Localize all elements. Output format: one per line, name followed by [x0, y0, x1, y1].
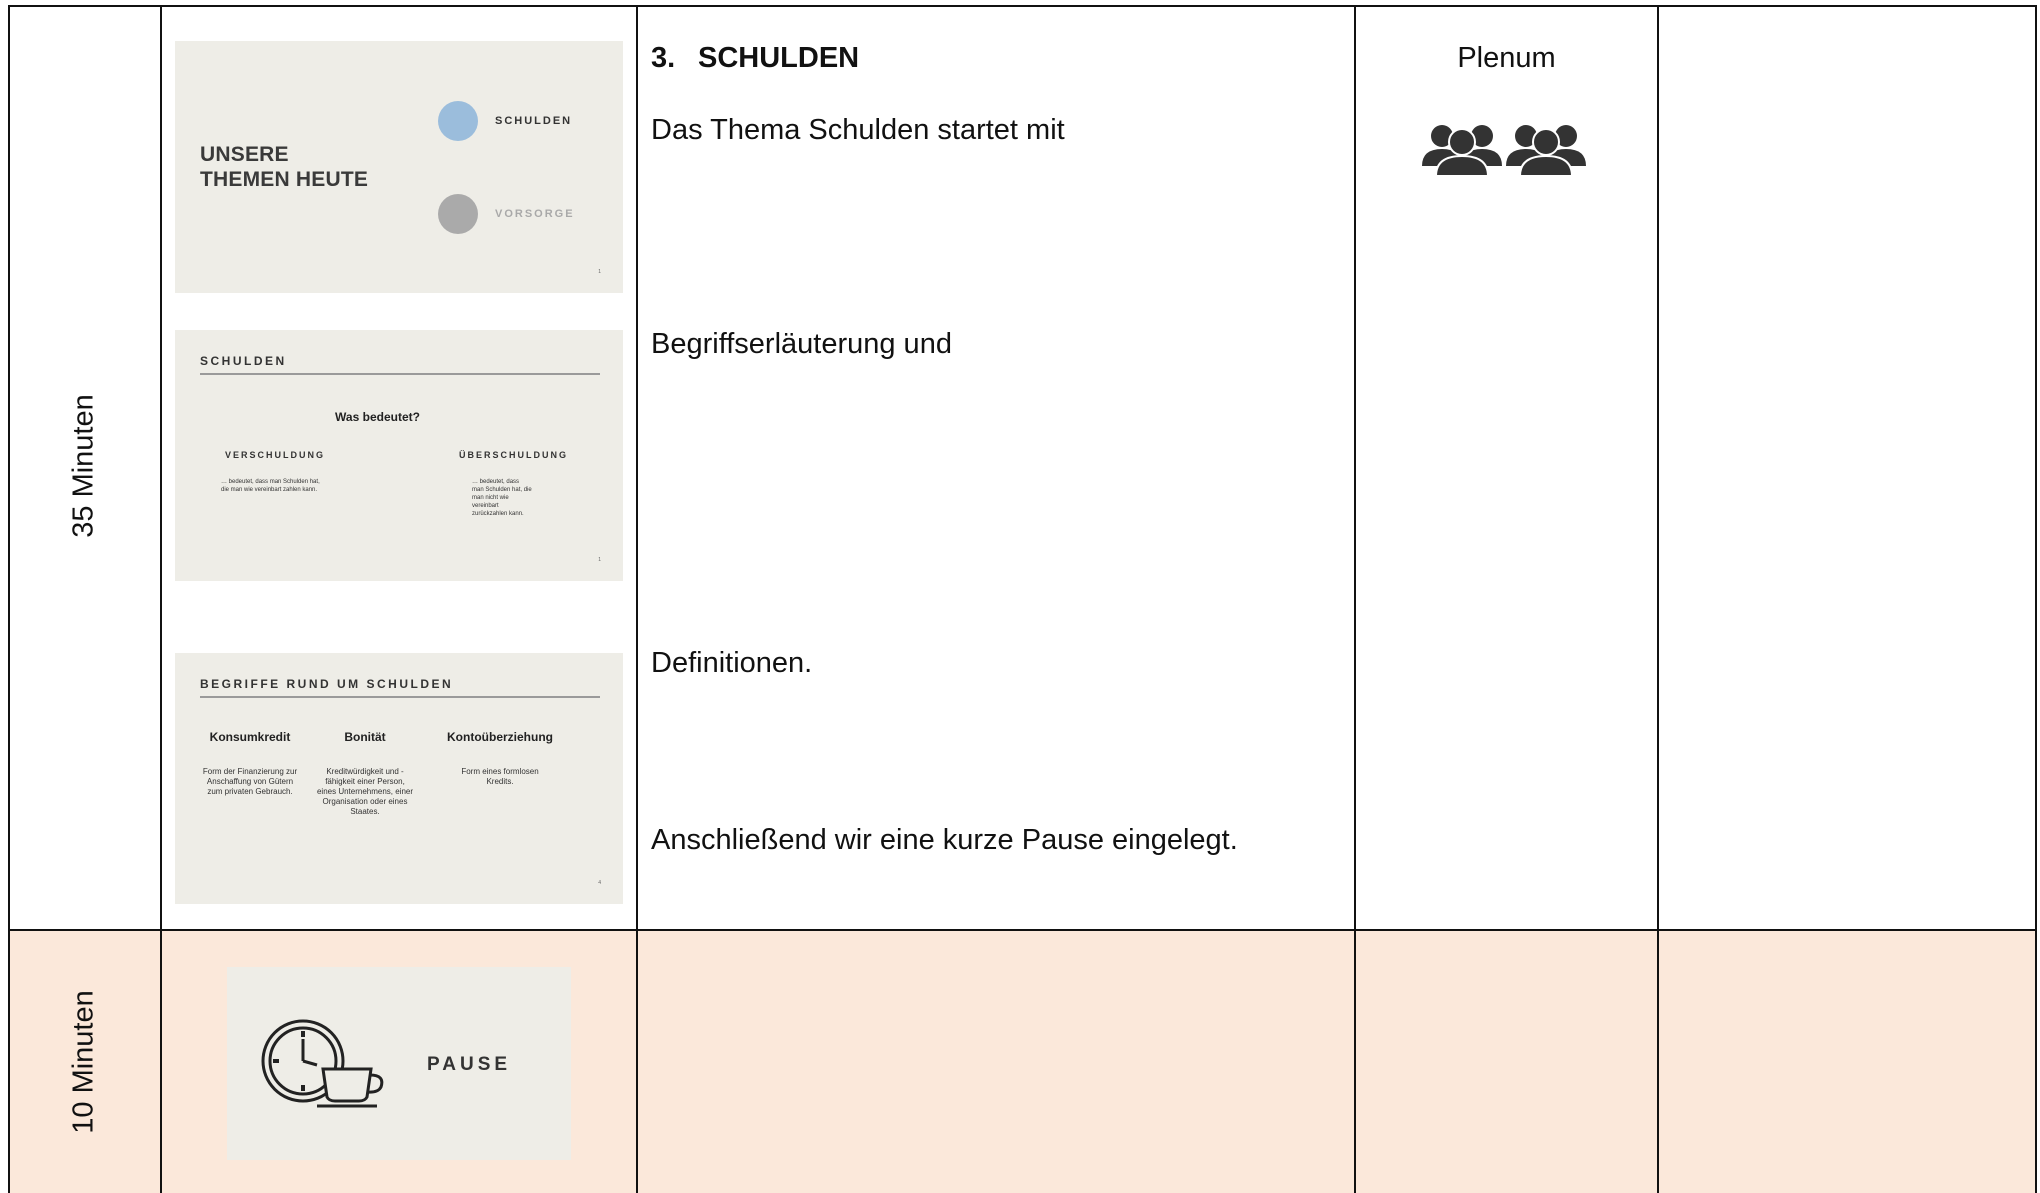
slide-title: UNSERE THEMEN HEUTE [200, 142, 420, 192]
social-form-label: Plenum [1457, 42, 1556, 74]
table-border-col4 [1657, 5, 1659, 1193]
table-border-col2 [636, 5, 638, 1193]
table-border-col1 [160, 5, 162, 1193]
duration-label-row2: 10 Minuten [67, 990, 100, 1134]
term-kontoueberziehung-text: Form eines formlosen Kredits. [461, 767, 539, 786]
topic-dot-schulden [438, 101, 478, 141]
slide-heading: BEGRIFFE RUND UM SCHULDEN [200, 677, 454, 691]
slide-divider [200, 373, 600, 375]
lesson-plan-table: 35 Minuten UNSERE THEMEN HEUTE SCHULDEN … [0, 0, 2040, 1193]
group-people-icon [1422, 125, 1586, 176]
topic-label-vorsorge: VORSORGE [495, 208, 575, 220]
description-paragraph-3: Definitionen. [651, 647, 813, 679]
slide-thumbnail-themen: UNSERE THEMEN HEUTE SCHULDEN VORSORGE 1 [175, 41, 623, 293]
term-verschuldung-text: … bedeutet, dass man Schulden hat, die m… [221, 479, 320, 493]
clock-coffee-icon [261, 1019, 384, 1108]
table-border-row-divider [8, 929, 2037, 931]
table-border-top [8, 5, 2037, 7]
table-border-col3 [1354, 5, 1356, 1193]
slide-thumbnail-schulden: SCHULDEN Was bedeutet? VERSCHULDUNG … be… [175, 330, 623, 581]
section-title: SCHULDEN [698, 42, 860, 74]
slide-title-line2: THEMEN HEUTE [200, 168, 369, 191]
slide-thumbnail-pause: PAUSE [227, 967, 571, 1160]
slide-page-number: 1 [598, 557, 601, 563]
term-ueberschuldung-text: … bedeutet, dass man Schulden hat, die m… [472, 479, 532, 517]
slide-title-line1: UNSERE [200, 143, 289, 166]
term-ueberschuldung: ÜBERSCHULDUNG [459, 450, 568, 460]
slide-divider [200, 696, 600, 698]
term-konsumkredit-text: Form der Finanzierung zur Anschaffung vo… [202, 767, 298, 796]
description-paragraph-4: Anschließend wir eine kurze Pause eingel… [651, 824, 1238, 856]
description-paragraph-1: Das Thema Schulden startet mit [651, 114, 1065, 146]
slide-question: Was bedeutet? [335, 410, 420, 424]
topic-label-schulden: SCHULDEN [495, 115, 573, 127]
term-kontoueberziehung: Kontoüberziehung [447, 730, 553, 744]
section-heading: 3. SCHULDEN [651, 42, 859, 75]
description-paragraph-2: Begriffserläuterung und [651, 328, 952, 360]
section-number: 3. [651, 42, 676, 74]
pause-label: PAUSE [427, 1054, 512, 1075]
slide-page-number: 1 [598, 269, 601, 275]
table-border-right [2035, 5, 2037, 1193]
duration-label-row1: 35 Minuten [67, 394, 100, 538]
term-verschuldung: VERSCHULDUNG [225, 450, 326, 460]
topic-dot-vorsorge [438, 194, 478, 234]
slide-heading: SCHULDEN [200, 354, 287, 368]
term-bonitaet: Bonität [344, 730, 386, 744]
term-bonitaet-text: Kreditwürdigkeit und -fähigkeit einer Pe… [316, 767, 414, 816]
slide-thumbnail-begriffe: BEGRIFFE RUND UM SCHULDEN Konsumkredit F… [175, 653, 623, 904]
table-border-left [8, 5, 10, 1193]
slide-page-number: 4 [598, 880, 601, 886]
